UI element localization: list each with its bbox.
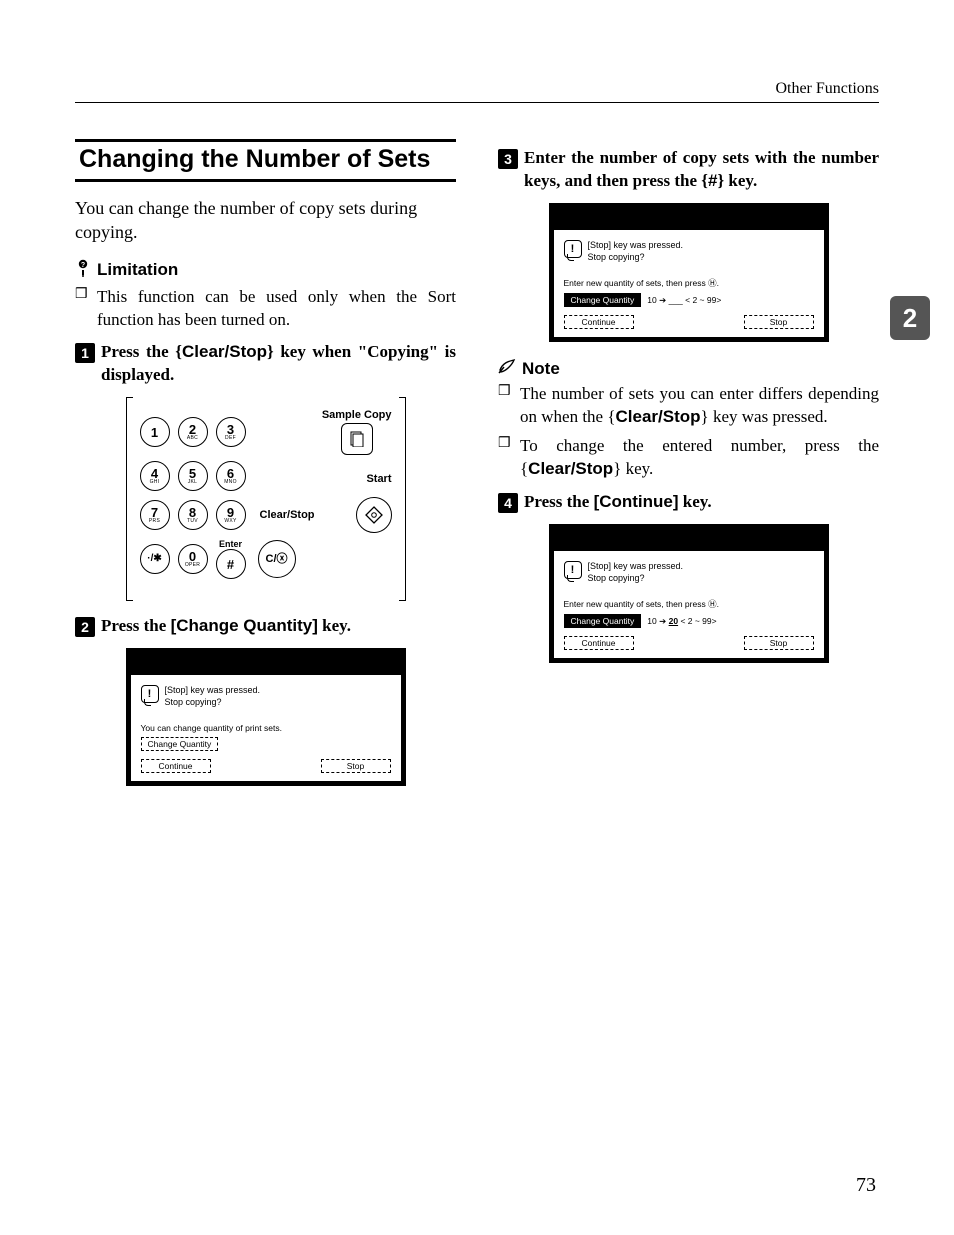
step-number-badge: 4 [498,493,518,513]
lcd-line: Stop copying? [588,252,684,264]
keypad-key: # [216,549,246,579]
step-3: 3 Enter the number of copy sets with the… [498,147,879,193]
clearstop-label: Clear/Stop [260,509,315,521]
note-label: Note [522,359,560,379]
step-4: 4 Press the [Continue] key. [498,491,879,514]
step3-key: # [708,171,717,190]
clearstop-icon: C/ⓧ [258,540,296,578]
start-label: Start [366,473,391,485]
keypad-key: 0OPER [178,544,208,574]
step4-post: key. [679,492,712,511]
step-number-badge: 1 [75,343,95,363]
stop-button[interactable]: Stop [744,636,814,650]
section-title: Changing the Number of Sets [75,139,456,182]
step4-btn: [Continue] [594,492,679,511]
change-quantity-button[interactable]: Change Quantity [141,737,219,751]
lcd-subtext: You can change quantity of print sets. [141,723,391,733]
keypad-key: 1 [140,417,170,447]
lcd-line: [Stop] key was pressed. [588,561,684,573]
step4-pre: Press the [524,492,594,511]
step2-btn: [Change Quantity] [171,616,318,635]
note-item: The number of sets you can enter differs… [498,383,879,429]
keypad-diagram: 1 2ABC 3DEF Sample Copy 4GHI 5JKL 6MNO [126,397,406,601]
lcd-line: Stop copying? [165,697,261,709]
lcd-line: [Stop] key was pressed. [588,240,684,252]
step2-pre: Press the [101,616,171,635]
limitation-label: Limitation [97,260,178,280]
lcd-qty-value: 10 ➔ 20 < 2 ~ 99> [647,616,716,627]
lcd-subtext: Enter new quantity of sets, then press Ⓗ… [564,598,814,610]
step2-post: key. [318,616,351,635]
step1-key: Clear/Stop [182,342,267,361]
keypad-key: 5JKL [178,461,208,491]
lcd-subtext: Enter new quantity of sets, then press Ⓗ… [564,277,814,289]
stop-button[interactable]: Stop [744,315,814,329]
alert-icon: ! [141,685,159,703]
note-icon [498,358,516,379]
svg-text:?: ? [81,262,85,269]
keypad-key: 2ABC [178,417,208,447]
lcd-qty-value: 10 ➔ ___ < 2 ~ 99> [647,295,721,306]
intro-text: You can change the number of copy sets d… [75,196,456,245]
page-header: Other Functions [75,80,879,103]
step3-text: Enter the number of copy sets with the n… [524,148,879,190]
lcd-screen-4: ! [Stop] key was pressed. Stop copying? … [549,524,829,663]
enter-label: Enter [219,539,242,549]
change-quantity-button[interactable]: Change Quantity [564,614,642,628]
lcd-line: Stop copying? [588,573,684,585]
lcd-screen-3: ! [Stop] key was pressed. Stop copying? … [549,203,829,342]
step-1: 1 Press the {Clear/Stop} key when "Copyi… [75,341,456,387]
keypad-key: 4GHI [140,461,170,491]
alert-icon: ! [564,240,582,258]
step3-post: key. [724,171,757,190]
limitation-icon: ? [75,259,91,282]
step-2: 2 Press the [Change Quantity] key. [75,615,456,638]
step1-pre: Press the [101,342,175,361]
keypad-key: ·/✱ [140,544,170,574]
keypad-key: 7PRS [140,500,170,530]
note-heading: Note [498,358,879,379]
sample-copy-icon [341,423,373,455]
sample-copy-label: Sample Copy [322,409,392,421]
stop-button[interactable]: Stop [321,759,391,773]
continue-button[interactable]: Continue [141,759,211,773]
change-quantity-button[interactable]: Change Quantity [564,293,642,307]
start-icon [356,497,392,533]
alert-icon: ! [564,561,582,579]
lcd-line: [Stop] key was pressed. [165,685,261,697]
continue-button[interactable]: Continue [564,315,634,329]
chapter-tab: 2 [890,296,930,340]
lcd-screen-2: ! [Stop] key was pressed. Stop copying? … [126,648,406,785]
step-number-badge: 2 [75,617,95,637]
keypad-key: 9WXY [216,500,246,530]
page-number: 73 [856,1174,876,1197]
note-item: To change the entered number, press the … [498,435,879,481]
keypad-key: 3DEF [216,417,246,447]
limitation-item: This function can be used only when the … [75,286,456,332]
keypad-key: 6MNO [216,461,246,491]
limitation-heading: ? Limitation [75,259,456,282]
keypad-key: 8TUV [178,500,208,530]
step-number-badge: 3 [498,149,518,169]
continue-button[interactable]: Continue [564,636,634,650]
